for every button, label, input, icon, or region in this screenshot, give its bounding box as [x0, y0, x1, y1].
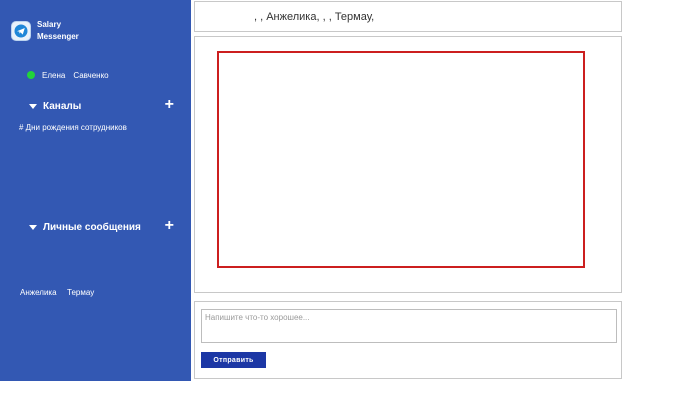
- dm-first-name: Анжелика: [20, 288, 57, 297]
- dm-last-name: Термау: [67, 288, 95, 297]
- channel-item-birthdays[interactable]: # Дни рождения сотрудников: [19, 123, 127, 132]
- sidebar: Salary Messenger Елена Савченко Каналы +…: [0, 0, 191, 381]
- app-name-line2: Messenger: [37, 32, 79, 41]
- channels-title: Каналы: [43, 100, 82, 112]
- user-last-name: Савченко: [73, 70, 109, 80]
- send-button[interactable]: Отправить: [201, 352, 266, 368]
- direct-messages-title: Личные сообщения: [43, 221, 141, 233]
- chat-header: , , Анжелика, , , Термау,: [194, 1, 622, 32]
- user-first-name: Елена: [42, 70, 66, 80]
- caret-down-icon[interactable]: [29, 224, 37, 230]
- caret-down-icon[interactable]: [29, 103, 37, 109]
- direct-message-item[interactable]: Анжелика Термау: [20, 288, 94, 297]
- app-name: Salary Messenger: [37, 19, 79, 43]
- chat-participants: , , Анжелика, , , Термау,: [254, 11, 375, 23]
- message-composer: Отправить: [194, 301, 622, 379]
- current-user[interactable]: Елена Савченко: [27, 69, 109, 81]
- direct-messages-header[interactable]: Личные сообщения +: [29, 218, 174, 234]
- message-list-frame: [217, 51, 585, 268]
- add-channel-plus-icon[interactable]: +: [165, 97, 174, 113]
- add-direct-message-plus-icon[interactable]: +: [165, 218, 174, 234]
- messages-area: [194, 36, 622, 293]
- app-name-line1: Salary: [37, 20, 62, 29]
- channels-header[interactable]: Каналы +: [29, 97, 174, 113]
- messenger-logo-icon: [11, 21, 31, 41]
- online-status-icon: [27, 71, 35, 79]
- message-input[interactable]: [201, 309, 617, 343]
